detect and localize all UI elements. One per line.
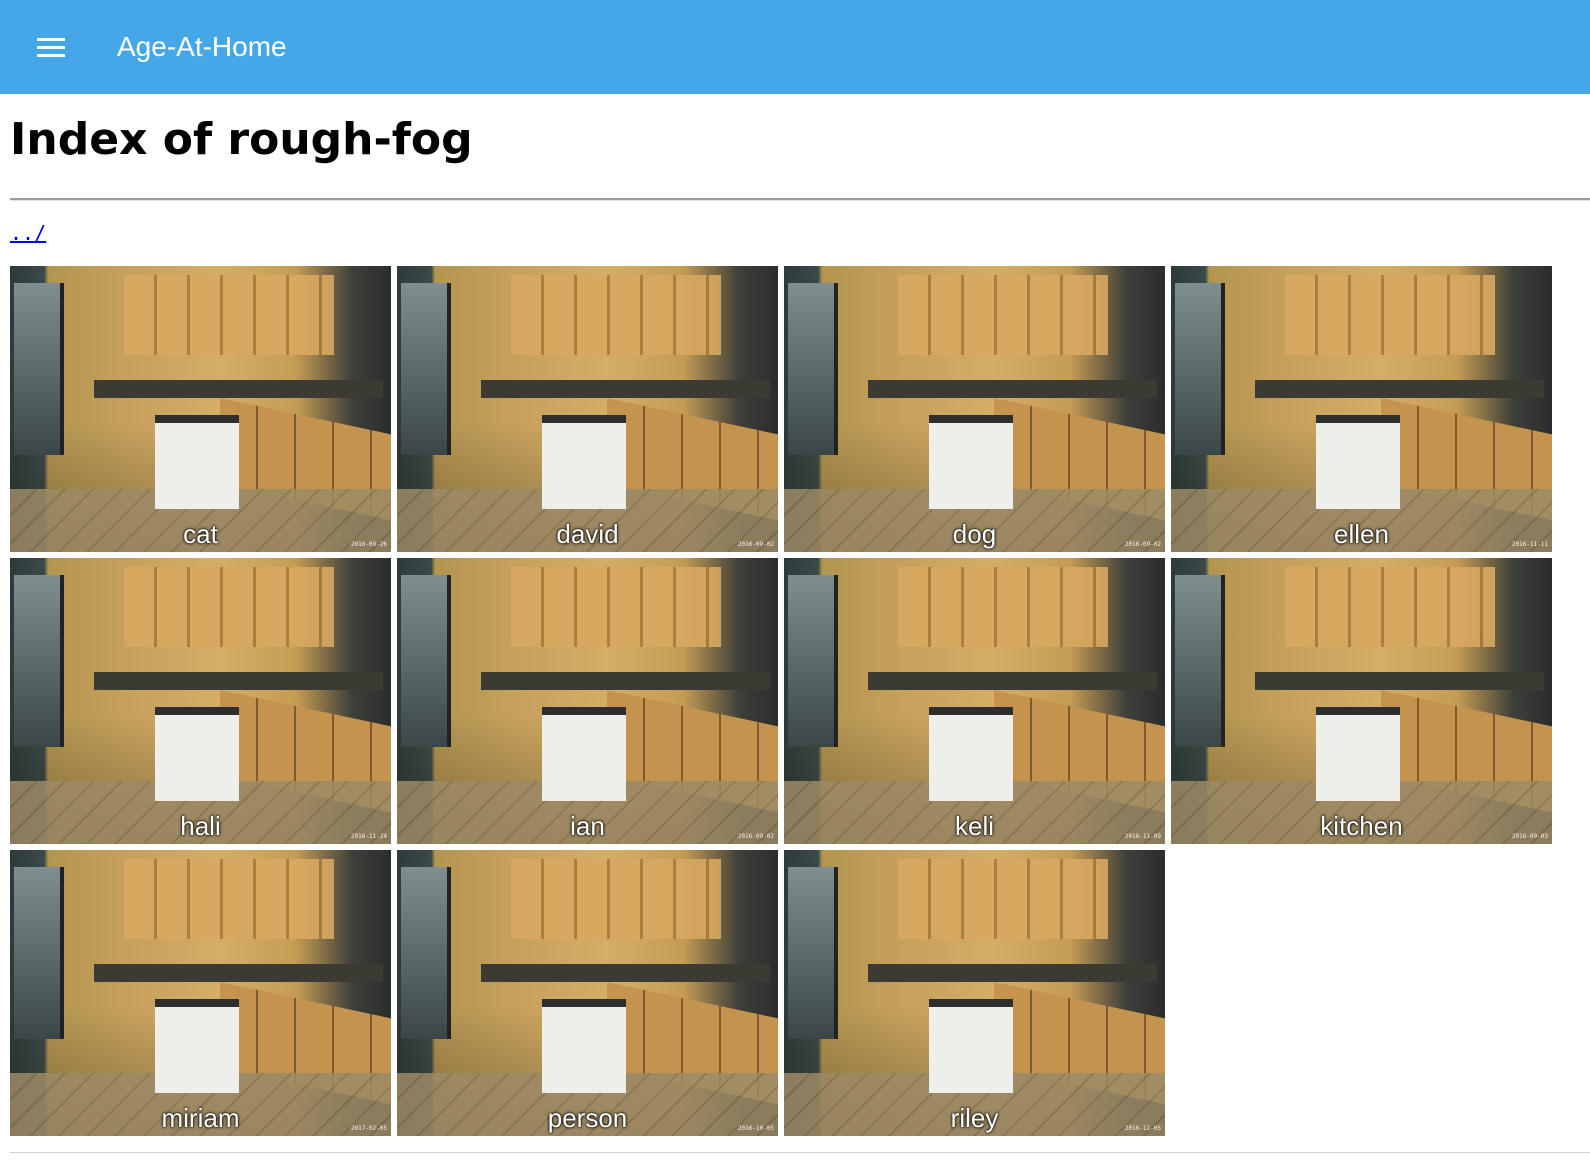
image-tile-kitchen[interactable]: 2016-09-03 kitchen — [1171, 558, 1552, 844]
image-tile-person[interactable]: 2016-10-05 person — [397, 850, 778, 1136]
tile-label: hali — [180, 811, 221, 841]
page-title: Index of rough-fog — [10, 114, 473, 165]
image-tile-riley[interactable]: 2016-11-05 riley — [784, 850, 1165, 1136]
image-tile-david[interactable]: 2016-09-02 david — [397, 266, 778, 552]
tile-label: person — [547, 1103, 628, 1133]
tile-label: ellen — [1334, 519, 1389, 549]
bottom-divider — [10, 1152, 1590, 1153]
image-tile-ellen[interactable]: 2016-11-11 ellen — [1171, 266, 1552, 552]
tile-label: david — [556, 519, 619, 549]
image-tile-dog[interactable]: 2016-09-02 dog — [784, 266, 1165, 552]
tile-label: kitchen — [1320, 811, 1403, 841]
hamburger-menu-icon[interactable] — [37, 33, 69, 61]
image-tile-hali[interactable]: 2016-11-24 hali — [10, 558, 391, 844]
tile-label: riley — [950, 1103, 999, 1133]
tile-label: keli — [954, 811, 994, 841]
image-tile-keli[interactable]: 2016-11-09 keli — [784, 558, 1165, 844]
image-tile-miriam[interactable]: 2017-02-05 miriam — [10, 850, 391, 1136]
tile-label: ian — [570, 811, 605, 841]
app-title: Age-At-Home — [117, 31, 287, 62]
divider — [10, 198, 1590, 201]
app-bar: Age-At-Home — [0, 0, 1590, 94]
parent-directory-link[interactable]: ../ — [10, 221, 46, 245]
tile-label: cat — [183, 519, 218, 549]
image-tile-ian[interactable]: 2016-09-02 ian — [397, 558, 778, 844]
image-tile-cat[interactable]: 2016-09-26 cat — [10, 266, 391, 552]
tile-label: dog — [952, 519, 997, 549]
tile-label: miriam — [161, 1103, 240, 1133]
main-content: Index of rough-fog ../ — [10, 94, 1590, 245]
